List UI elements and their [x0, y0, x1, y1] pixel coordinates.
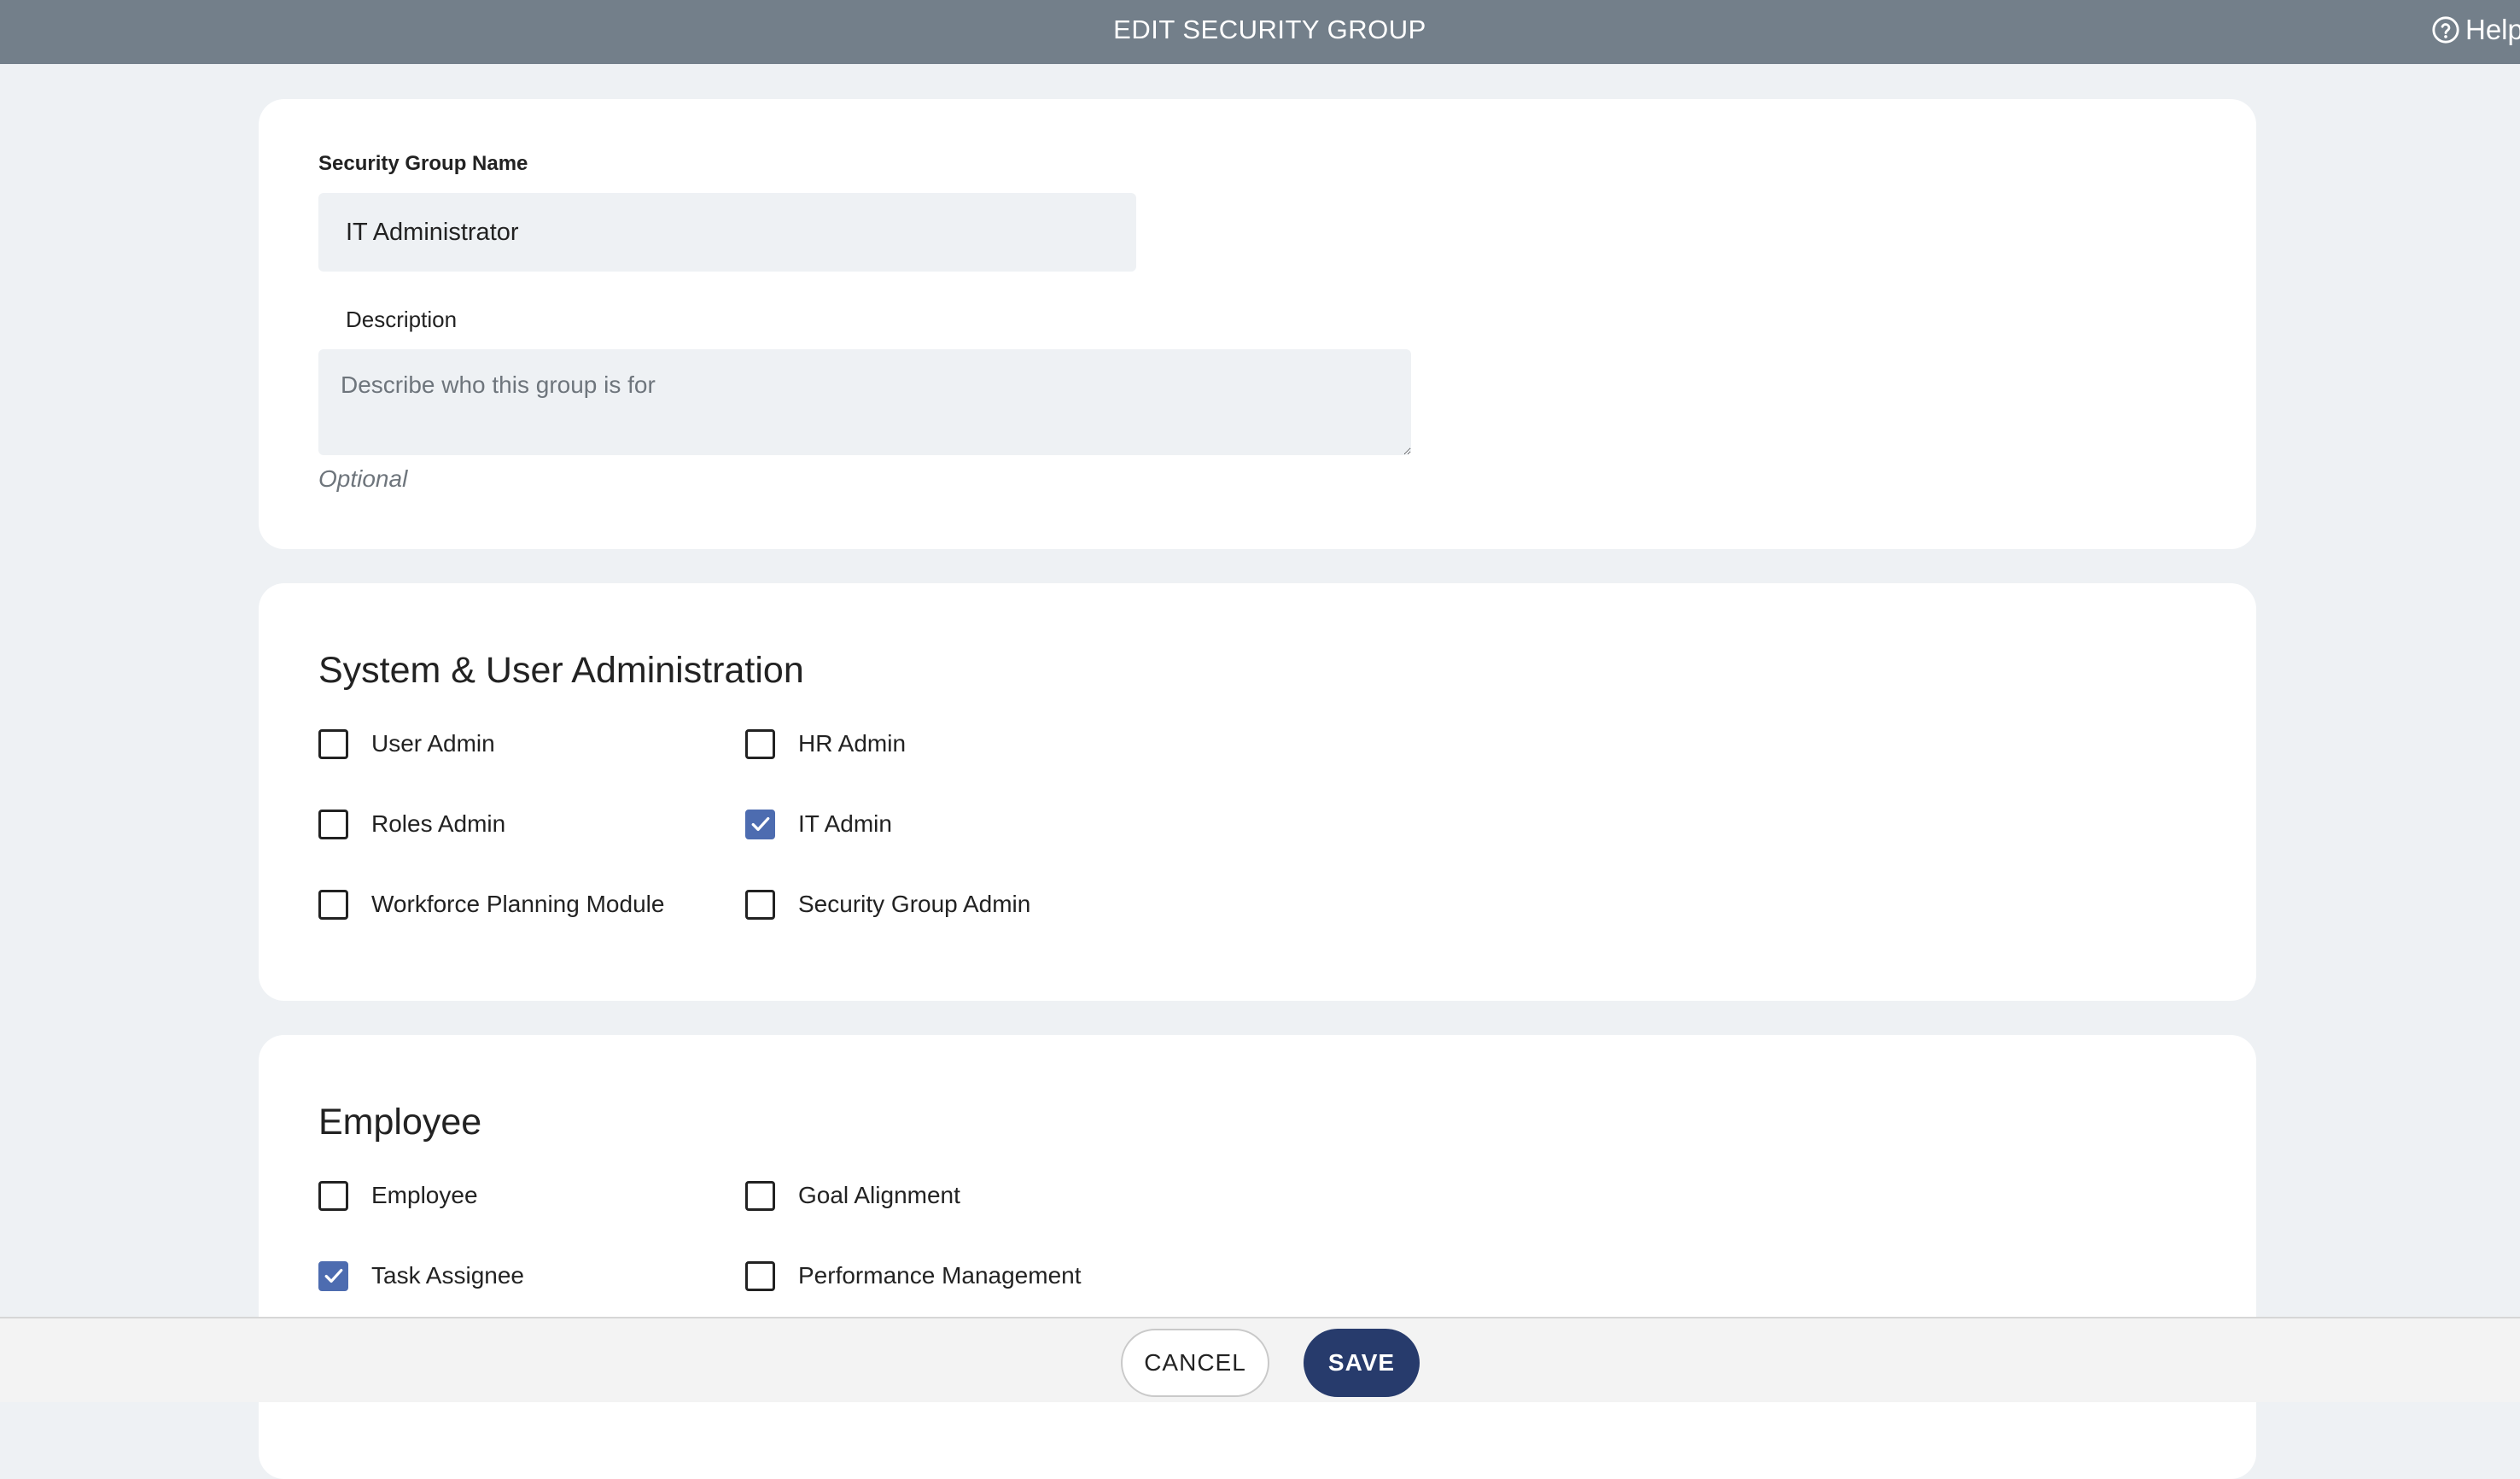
section-title-system-admin: System & User Administration — [318, 650, 804, 691]
checkbox[interactable] — [745, 889, 775, 920]
option-label: IT Admin — [798, 810, 892, 837]
system-admin-card: System & User Administration User Admin … — [259, 583, 2256, 1001]
page-title: EDIT SECURITY GROUP — [1113, 15, 1426, 44]
option-hr-admin[interactable]: HR Admin — [745, 727, 906, 761]
group-details-card: Security Group Name Description Optional — [259, 99, 2256, 549]
checkbox[interactable] — [318, 1260, 348, 1291]
checkbox[interactable] — [318, 889, 348, 920]
employee-card: Employee Employee Goal Alignment Task As… — [259, 1035, 2256, 1479]
help-link[interactable]: Help — [2431, 0, 2520, 60]
option-label: User Admin — [371, 730, 495, 757]
option-label: Task Assignee — [371, 1262, 524, 1289]
checkmark-icon — [751, 816, 769, 832]
description-hint: Optional — [318, 465, 408, 492]
option-task-assignee[interactable]: Task Assignee — [318, 1259, 524, 1293]
cancel-button[interactable]: CANCEL — [1121, 1329, 1269, 1397]
option-performance-management[interactable]: Performance Management — [745, 1259, 1082, 1293]
name-field-label: Security Group Name — [318, 152, 528, 175]
option-employee[interactable]: Employee — [318, 1178, 478, 1213]
option-it-admin[interactable]: IT Admin — [745, 807, 892, 841]
help-icon — [2432, 16, 2459, 44]
checkbox[interactable] — [745, 1180, 775, 1211]
save-button[interactable]: SAVE — [1304, 1329, 1420, 1397]
section-title-employee: Employee — [318, 1102, 482, 1143]
security-group-name-input[interactable] — [318, 193, 1136, 272]
option-label: Employee — [371, 1182, 478, 1208]
option-user-admin[interactable]: User Admin — [318, 727, 495, 761]
checkbox[interactable] — [318, 1180, 348, 1211]
description-field-label: Description — [346, 307, 458, 332]
option-label: Goal Alignment — [798, 1182, 960, 1208]
checkbox[interactable] — [318, 809, 348, 839]
footer-bar: CANCEL SAVE — [0, 1317, 2520, 1402]
option-label: Workforce Planning Module — [371, 891, 665, 917]
option-security-group-admin[interactable]: Security Group Admin — [745, 887, 1030, 921]
checkbox[interactable] — [745, 1260, 775, 1291]
checkbox[interactable] — [745, 809, 775, 839]
checkmark-icon — [324, 1268, 342, 1283]
header-bar: EDIT SECURITY GROUP Help — [0, 0, 2520, 64]
option-workforce-planning-module[interactable]: Workforce Planning Module — [318, 887, 664, 921]
option-label: HR Admin — [798, 730, 907, 757]
option-label: Security Group Admin — [798, 891, 1031, 917]
option-label: Performance Management — [798, 1262, 1082, 1289]
help-label: Help — [2465, 14, 2520, 45]
option-label: Roles Admin — [371, 810, 506, 837]
description-input[interactable] — [318, 349, 1411, 455]
option-goal-alignment[interactable]: Goal Alignment — [745, 1178, 960, 1213]
option-roles-admin[interactable]: Roles Admin — [318, 807, 505, 841]
checkbox[interactable] — [745, 728, 775, 759]
checkbox[interactable] — [318, 728, 348, 759]
